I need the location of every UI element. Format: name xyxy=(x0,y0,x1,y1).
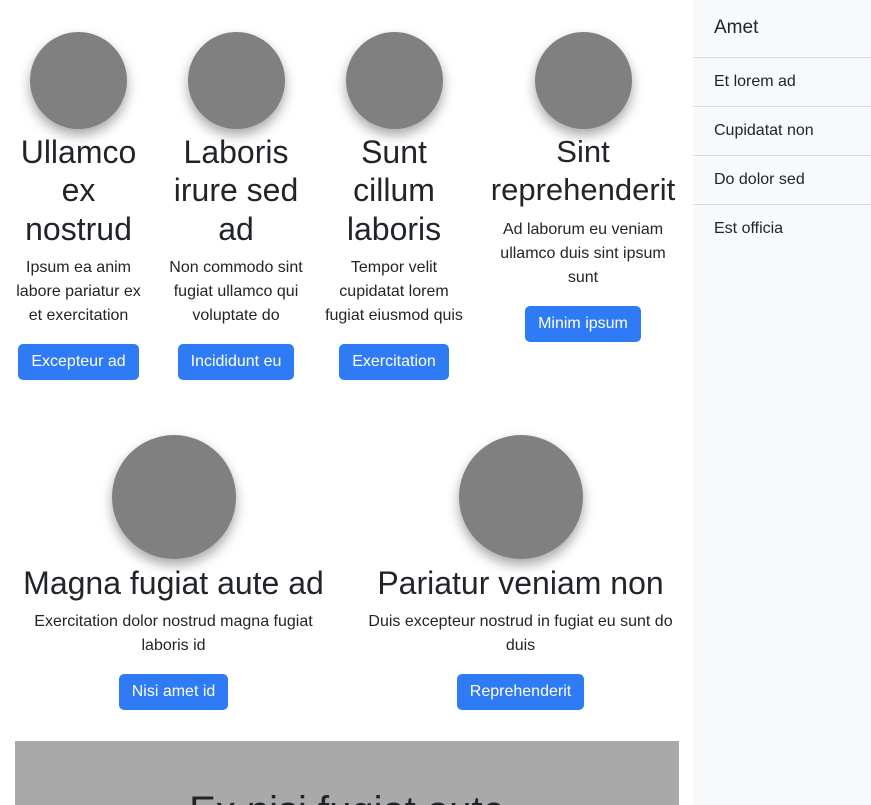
feature-card: Pariatur veniam non Duis excepteur nostr… xyxy=(359,435,682,711)
card-button[interactable]: Excepteur ad xyxy=(18,344,139,381)
sidebar-item[interactable]: Do dolor sed xyxy=(693,156,871,205)
feature-card: Sunt cillum laboris Tempor velit cupidat… xyxy=(323,32,465,381)
card-button[interactable]: Minim ipsum xyxy=(525,305,641,342)
avatar-image xyxy=(111,435,236,559)
card-button[interactable]: Reprehenderit xyxy=(456,674,585,711)
feature-card: Magna fugiat aute ad Exercitation dolor … xyxy=(15,435,332,711)
card-button[interactable]: Exercitation xyxy=(339,344,449,381)
card-text: Ipsum ea anim labore pariatur ex et exer… xyxy=(16,259,141,325)
card-button[interactable]: Nisi amet id xyxy=(118,674,229,711)
avatar-image xyxy=(187,32,285,129)
card-title: Laboris irure sed ad xyxy=(173,134,299,247)
sidebar-title: Amet xyxy=(693,0,871,58)
feature-card: Sint reprehenderit Ad laborum eu veniam … xyxy=(485,32,681,342)
hero-banner: Ex nisi fugiat aute xyxy=(15,741,679,805)
card-text: Non commodo sint fugiat ullamco qui volu… xyxy=(169,259,303,325)
card-title: Pariatur veniam non xyxy=(377,565,664,601)
card-title: Magna fugiat aute ad xyxy=(23,565,324,601)
main-content: Ullamco ex nostrud Ipsum ea anim labore … xyxy=(0,0,693,805)
card-text: Exercitation dolor nostrud magna fugiat … xyxy=(34,613,313,655)
avatar-image xyxy=(30,32,127,129)
sidebar-item[interactable]: Et lorem ad xyxy=(693,58,871,107)
card-title: Sint reprehenderit xyxy=(490,134,676,208)
feature-card: Ullamco ex nostrud Ipsum ea anim labore … xyxy=(8,32,149,381)
sidebar-item[interactable]: Est officia xyxy=(693,205,871,254)
sidebar: Amet Et lorem ad Cupidatat non Do dolor … xyxy=(693,0,871,805)
sidebar-item[interactable]: Cupidatat non xyxy=(693,107,871,156)
avatar-image xyxy=(534,32,632,129)
card-text: Ad laborum eu veniam ullamco duis sint i… xyxy=(500,220,666,286)
avatar-image xyxy=(345,32,443,129)
card-text: Tempor velit cupidatat lorem fugiat eius… xyxy=(325,259,463,325)
feature-card: Laboris irure sed ad Non commodo sint fu… xyxy=(165,32,307,381)
card-title: Sunt cillum laboris xyxy=(346,134,442,247)
banner-title: Ex nisi fugiat aute xyxy=(15,787,679,805)
card-text: Duis excepteur nostrud in fugiat eu sunt… xyxy=(368,613,673,655)
avatar-image xyxy=(458,435,583,559)
card-button[interactable]: Incididunt eu xyxy=(177,344,295,381)
card-title: Ullamco ex nostrud xyxy=(20,134,137,247)
